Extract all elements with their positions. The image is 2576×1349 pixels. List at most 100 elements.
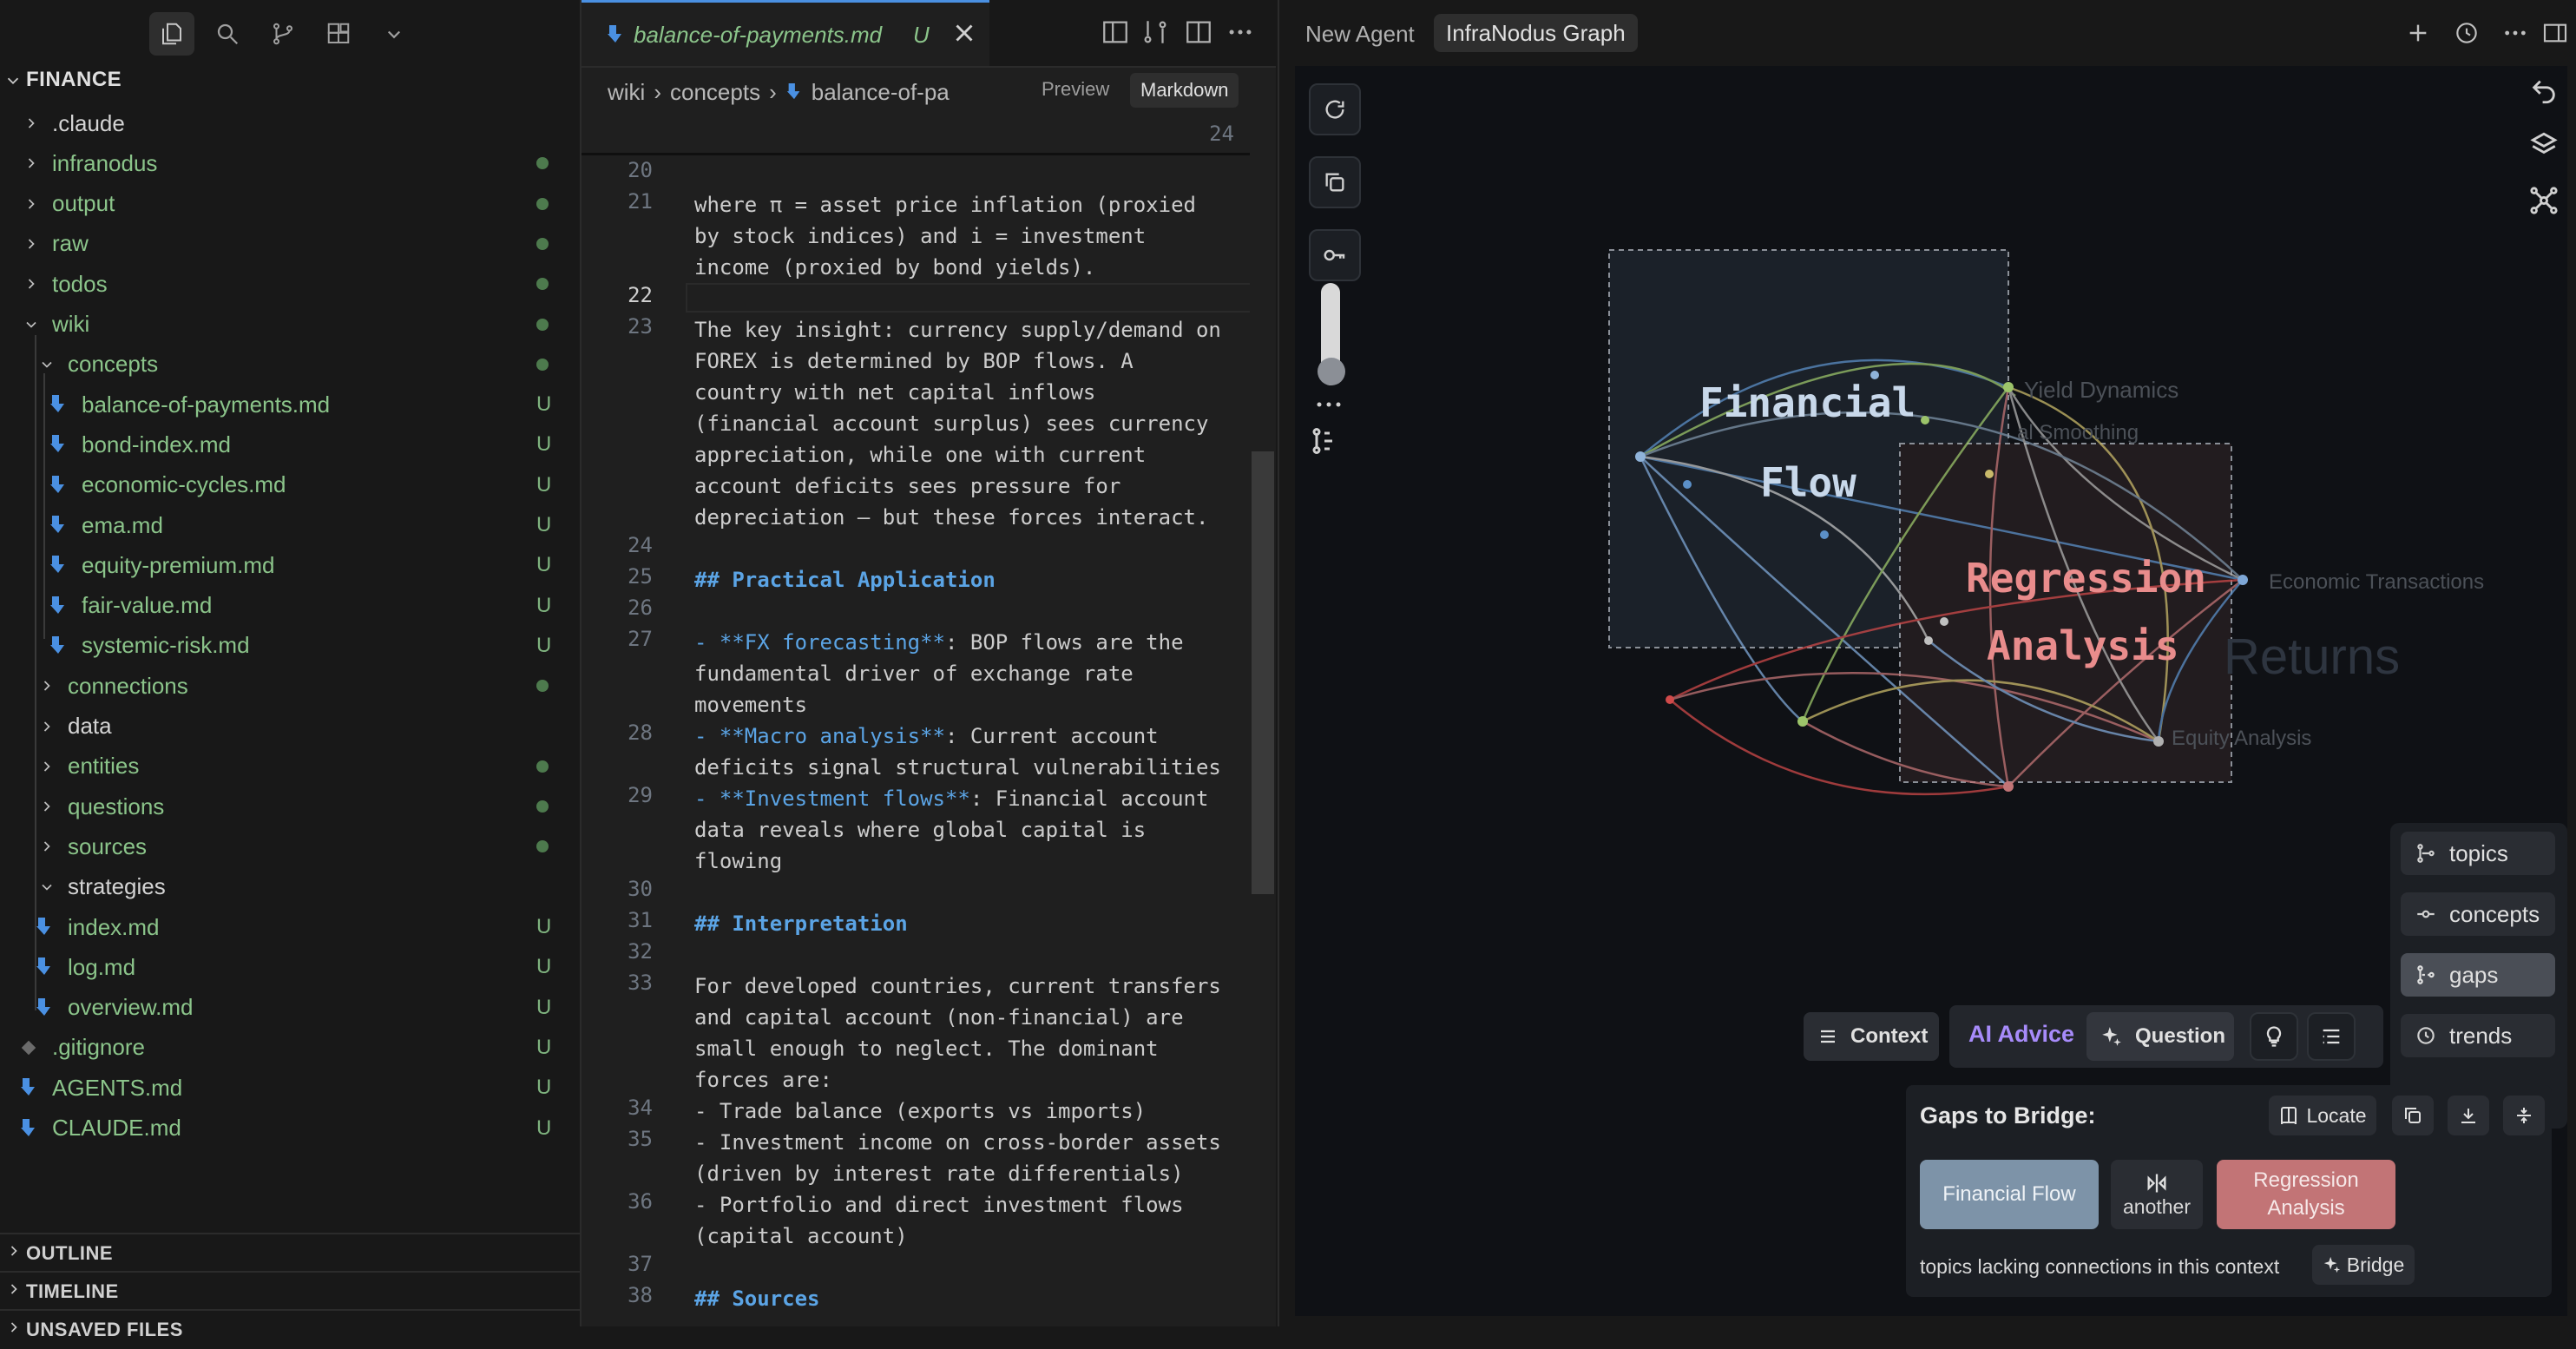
another-button[interactable]: another (2111, 1160, 2203, 1229)
network-icon[interactable] (2529, 186, 2559, 215)
copy-button[interactable] (1309, 156, 1361, 208)
folder-item[interactable]: connections (0, 667, 580, 705)
tree-item-label: overview.md (68, 994, 194, 1021)
code-line: The key insight: currency supply/demand … (694, 318, 1221, 342)
folder-item[interactable]: questions (0, 787, 580, 826)
preview-toggle[interactable]: Preview (1042, 78, 1109, 101)
modified-dot (536, 197, 549, 210)
topics-button[interactable]: topics (2401, 832, 2555, 875)
locate-button[interactable]: Locate (2269, 1096, 2376, 1135)
folder-item[interactable]: raw (0, 225, 580, 263)
timeline-section[interactable]: TIMELINE (0, 1271, 580, 1311)
gap-topic-a[interactable]: Financial Flow (1920, 1160, 2099, 1229)
question-button[interactable]: Question (2086, 1012, 2234, 1061)
list-view-icon[interactable] (2307, 1012, 2356, 1061)
folder-item[interactable]: infranodus (0, 144, 580, 182)
file-item[interactable]: ema.md U (0, 506, 580, 544)
folder-item[interactable]: wiki (0, 306, 580, 344)
gaps-button[interactable]: gaps (2401, 953, 2555, 997)
more-actions-icon[interactable] (2501, 19, 2529, 47)
file-item[interactable]: .gitignore U (0, 1029, 580, 1067)
scrollbar-thumb[interactable] (1252, 451, 1274, 894)
modified-dot (536, 800, 549, 813)
tab-infranodus-graph[interactable]: InfraNodus Graph (1434, 14, 1638, 52)
file-item[interactable]: CLAUDE.md U (0, 1109, 580, 1148)
folder-item[interactable]: strategies (0, 868, 580, 906)
markdown-file-icon (19, 1076, 38, 1099)
folder-item[interactable]: todos (0, 265, 580, 303)
file-item[interactable]: equity-premium.md U (0, 546, 580, 584)
git-status-badge: U (536, 1035, 552, 1059)
tree-item-label: log.md (68, 953, 136, 980)
file-item[interactable]: fair-value.md U (0, 587, 580, 625)
zoom-slider-handle[interactable] (1318, 358, 1345, 385)
split-editor-icon[interactable] (1184, 17, 1213, 47)
workspace-root-label[interactable]: FINANCE (26, 68, 122, 92)
breadcrumb-item[interactable]: wiki (608, 79, 645, 106)
toggle-panel-icon[interactable] (2541, 19, 2569, 47)
context-button[interactable]: Context (1804, 1012, 1939, 1061)
undo-icon[interactable] (2529, 76, 2559, 106)
file-item[interactable]: log.md U (0, 948, 580, 986)
chevron-down-icon[interactable] (371, 12, 417, 56)
breadcrumb-item[interactable]: balance-of-pa (812, 79, 950, 106)
unsaved-files-section[interactable]: UNSAVED FILES (0, 1309, 580, 1349)
copy-icon[interactable] (2392, 1096, 2434, 1135)
history-icon[interactable] (2453, 19, 2481, 47)
download-icon[interactable] (2448, 1096, 2489, 1135)
plus-icon[interactable] (2404, 19, 2432, 47)
chevron-right-icon (21, 113, 42, 134)
file-item[interactable]: overview.md U (0, 989, 580, 1027)
code-line: depreciation — but these forces interact… (694, 505, 1209, 530)
open-preview-icon[interactable] (1101, 17, 1130, 47)
node-list-icon[interactable] (1309, 425, 1340, 457)
file-item[interactable]: systemic-risk.md U (0, 627, 580, 665)
trends-button[interactable]: trends (2401, 1014, 2555, 1057)
refresh-button[interactable] (1309, 83, 1361, 135)
file-item[interactable]: AGENTS.md U (0, 1069, 580, 1107)
markdown-toggle[interactable]: Markdown (1130, 73, 1239, 108)
tree-item-label: entities (68, 753, 140, 780)
compare-changes-icon[interactable] (1140, 17, 1170, 47)
folder-item[interactable]: output (0, 185, 580, 223)
more-options-icon[interactable] (1314, 396, 1344, 413)
tree-item-label: wiki (52, 311, 90, 337)
layers-icon[interactable] (2529, 130, 2559, 160)
file-item[interactable]: economic-cycles.md U (0, 466, 580, 504)
folder-item[interactable]: entities (0, 747, 580, 786)
outline-section[interactable]: OUTLINE (0, 1233, 580, 1273)
bridge-button[interactable]: Bridge (2312, 1245, 2415, 1285)
tree-item-label: balance-of-payments.md (82, 391, 331, 418)
editor-tab[interactable]: balance-of-payments.md U (582, 0, 989, 66)
more-actions-icon[interactable] (1226, 17, 1255, 47)
concepts-button[interactable]: concepts (2401, 892, 2555, 936)
extensions-icon[interactable] (316, 12, 361, 56)
explorer-icon[interactable] (149, 12, 194, 56)
folder-item[interactable]: sources (0, 827, 580, 865)
collapse-icon[interactable] (2503, 1096, 2545, 1135)
explorer-sidebar: FINANCE .claude infranodus output raw todos w… (0, 0, 582, 1340)
markdown-file-icon (49, 393, 68, 416)
close-icon[interactable] (950, 18, 979, 48)
swap-icon (2147, 1174, 2166, 1192)
folder-item[interactable]: .claude (0, 104, 580, 142)
search-icon[interactable] (205, 12, 250, 56)
ai-advice-label[interactable]: AI Advice (1968, 1021, 2074, 1048)
tab-new-agent[interactable]: New Agent (1305, 21, 1415, 48)
file-item[interactable]: balance-of-payments.md U (0, 385, 580, 424)
file-item[interactable]: index.md U (0, 908, 580, 946)
folder-item[interactable]: concepts (0, 345, 580, 384)
tree-item-label: equity-premium.md (82, 551, 275, 578)
gap-topic-b[interactable]: Regression Analysis (2217, 1160, 2395, 1229)
file-item[interactable]: bond-index.md U (0, 425, 580, 464)
api-key-button[interactable] (1309, 229, 1361, 281)
chevron-down-icon[interactable] (3, 69, 23, 96)
lightbulb-icon[interactable] (2250, 1012, 2298, 1061)
tree-item-label: systemic-risk.md (82, 632, 250, 659)
another-label: another (2122, 1194, 2191, 1218)
markdown-file-icon (608, 25, 621, 43)
breadcrumb-item[interactable]: concepts (670, 79, 760, 106)
folder-item[interactable]: data (0, 707, 580, 746)
source-control-icon[interactable] (260, 12, 306, 56)
graph-node (2238, 575, 2248, 585)
